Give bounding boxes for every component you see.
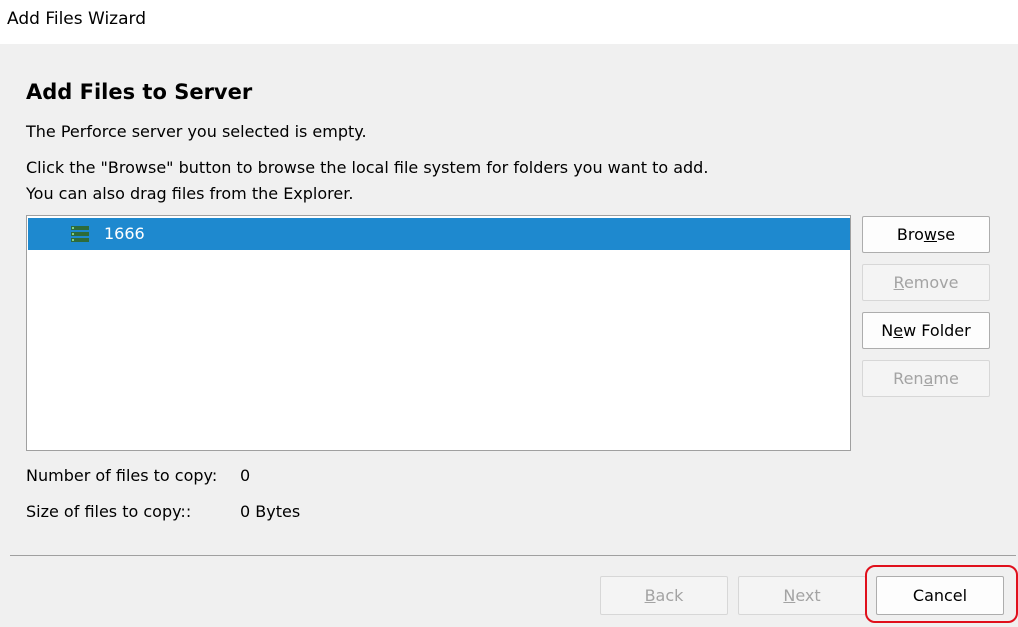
back-button[interactable]: Back	[600, 576, 728, 615]
window-title: Add Files Wizard	[7, 9, 147, 29]
rename-label-pre: Ren	[893, 369, 924, 388]
page-heading: Add Files to Server	[26, 80, 253, 104]
footer-separator	[10, 555, 1016, 556]
remove-button[interactable]: Remove	[862, 264, 990, 301]
next-mnemonic: N	[783, 586, 796, 605]
browse-label-post: se	[936, 225, 956, 244]
remove-label-post: emove	[903, 273, 959, 292]
description-browse: Click the "Browse" button to browse the …	[26, 158, 709, 177]
cancel-highlight	[865, 565, 1018, 623]
browse-mnemonic: w	[923, 225, 937, 244]
rename-label-post: me	[933, 369, 959, 388]
files-count-value: 0	[240, 466, 251, 485]
browse-button[interactable]: Browse	[862, 216, 990, 253]
rename-mnemonic: a	[923, 369, 934, 388]
files-size-label: Size of files to copy::	[26, 502, 192, 521]
server-tree[interactable]: 1666	[26, 215, 851, 451]
files-count-label: Number of files to copy:	[26, 466, 218, 485]
browse-label-pre: Bro	[896, 225, 924, 244]
tree-item-1666[interactable]: 1666	[28, 218, 850, 250]
back-label-post: ack	[655, 586, 684, 605]
title-bar: Add Files Wizard	[0, 0, 1018, 44]
next-button[interactable]: Next	[738, 576, 866, 615]
new-folder-label-post: w Folder	[903, 321, 971, 340]
description-drag: You can also drag files from the Explore…	[26, 184, 354, 203]
next-label-post: ext	[795, 586, 821, 605]
back-mnemonic: B	[644, 586, 656, 605]
server-icon	[71, 226, 89, 242]
new-folder-label-pre: N	[881, 321, 894, 340]
new-folder-button[interactable]: New Folder	[862, 312, 990, 349]
remove-mnemonic: R	[893, 273, 904, 292]
tree-item-label: 1666	[104, 224, 145, 243]
new-folder-mnemonic: e	[893, 321, 904, 340]
rename-button[interactable]: Rename	[862, 360, 990, 397]
description-empty: The Perforce server you selected is empt…	[26, 122, 367, 141]
files-size-value: 0 Bytes	[240, 502, 301, 521]
